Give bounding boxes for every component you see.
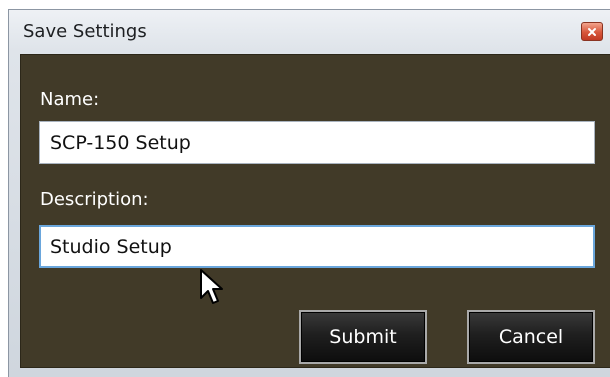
title-bar: Save Settings bbox=[9, 10, 610, 52]
cancel-button[interactable]: Cancel bbox=[467, 310, 595, 364]
save-settings-dialog: Save Settings Name: Description: Submit … bbox=[8, 9, 610, 377]
name-field[interactable] bbox=[39, 121, 595, 164]
description-field[interactable] bbox=[39, 225, 595, 268]
submit-button[interactable]: Submit bbox=[299, 310, 427, 364]
close-icon bbox=[588, 27, 596, 36]
name-label: Name: bbox=[40, 89, 100, 110]
close-button[interactable] bbox=[581, 22, 603, 41]
dialog-title: Save Settings bbox=[23, 21, 147, 42]
mouse-pointer-icon bbox=[200, 269, 223, 304]
dialog-content: Name: Description: Submit Cancel bbox=[20, 54, 610, 368]
description-label: Description: bbox=[40, 189, 149, 210]
